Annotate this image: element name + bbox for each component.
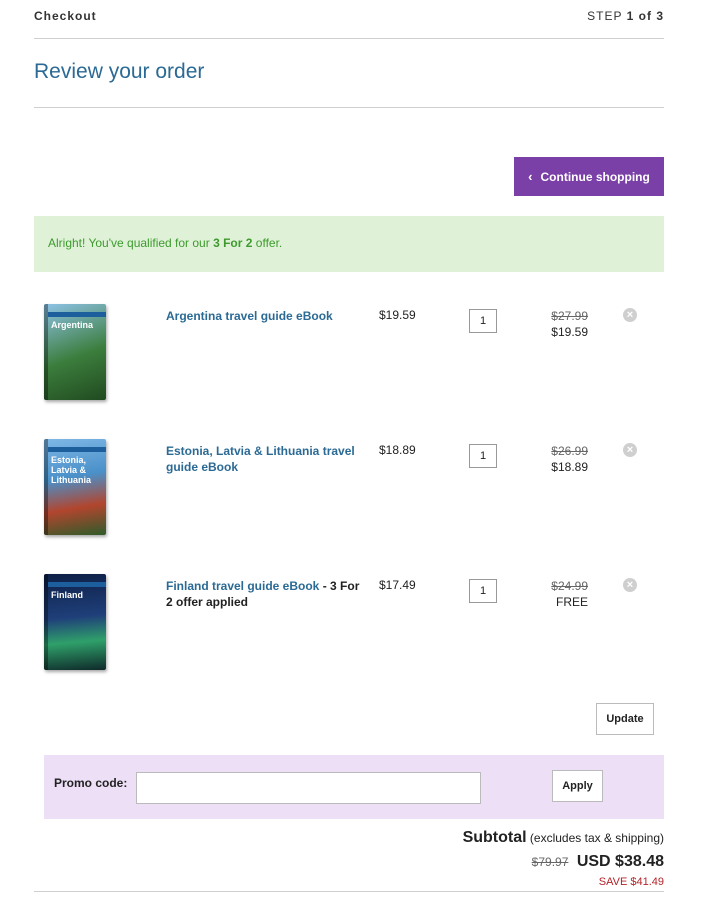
- subtotal-note: (excludes tax & shipping): [529, 831, 664, 845]
- offer-banner: Alright! You've qualified for our 3 For …: [34, 216, 664, 272]
- cart-item: Finland Finland travel guide eBook - 3 F…: [34, 574, 664, 684]
- subtotal-heading: Subtotal (excludes tax & shipping): [463, 829, 664, 847]
- page-title: Review your order: [34, 60, 205, 83]
- item-name: Argentina travel guide eBook: [166, 308, 366, 324]
- original-price: $24.99: [551, 579, 588, 593]
- item-link[interactable]: Estonia, Latvia & Lithuania travel guide…: [166, 444, 355, 474]
- book-cover-image: Argentina: [44, 304, 106, 400]
- offer-name: 3 For 2: [213, 236, 253, 250]
- line-total: $18.89: [551, 460, 588, 474]
- item-totals: $24.99 FREE: [524, 578, 588, 610]
- quantity-input[interactable]: [469, 309, 497, 333]
- item-link[interactable]: Finland travel guide eBook: [166, 579, 319, 593]
- item-totals: $27.99 $19.59: [524, 308, 588, 340]
- promo-label: Promo code:: [54, 776, 128, 790]
- total-amount: USD $38.48: [576, 853, 664, 870]
- book-cover-image: Estonia, Latvia & Lithuania: [44, 439, 106, 535]
- checkout-header: Checkout STEP 1 of 3: [34, 8, 664, 39]
- original-price: $26.99: [551, 444, 588, 458]
- item-name: Finland travel guide eBook - 3 For 2 off…: [166, 578, 366, 610]
- line-total: $19.59: [551, 325, 588, 339]
- item-price: $17.49: [379, 578, 416, 592]
- promo-code-input[interactable]: [136, 772, 481, 804]
- book-cover-image: Finland: [44, 574, 106, 670]
- divider: [34, 891, 664, 892]
- chevron-left-icon: ‹: [528, 169, 533, 184]
- item-name: Estonia, Latvia & Lithuania travel guide…: [166, 443, 366, 475]
- checkout-title: Checkout: [34, 9, 97, 23]
- line-total: FREE: [555, 595, 588, 609]
- cart-item: Argentina Argentina travel guide eBook $…: [34, 304, 664, 414]
- order-total: $79.97 USD $38.48: [532, 853, 664, 871]
- item-price: $19.59: [379, 308, 416, 322]
- item-link[interactable]: Argentina travel guide eBook: [166, 309, 333, 323]
- item-totals: $26.99 $18.89: [524, 443, 588, 475]
- step-indicator: STEP 1 of 3: [587, 9, 664, 23]
- subtotal-label: Subtotal: [462, 829, 527, 846]
- savings-text: SAVE $41.49: [598, 876, 664, 888]
- quantity-input[interactable]: [469, 444, 497, 468]
- original-subtotal: $79.97: [531, 855, 569, 869]
- promo-section: Promo code: Apply: [44, 755, 664, 819]
- remove-icon[interactable]: ×: [623, 308, 637, 322]
- continue-shopping-button[interactable]: ‹ Continue shopping: [514, 157, 664, 196]
- original-price: $27.99: [551, 309, 588, 323]
- cart-item: Estonia, Latvia & Lithuania Estonia, Lat…: [34, 439, 664, 549]
- quantity-input[interactable]: [469, 579, 497, 603]
- remove-icon[interactable]: ×: [623, 578, 637, 592]
- remove-icon[interactable]: ×: [623, 443, 637, 457]
- apply-promo-button[interactable]: Apply: [552, 770, 603, 802]
- review-section: Review your order: [34, 40, 664, 108]
- item-price: $18.89: [379, 443, 416, 457]
- continue-shopping-label: Continue shopping: [540, 169, 650, 184]
- update-button[interactable]: Update: [596, 703, 654, 735]
